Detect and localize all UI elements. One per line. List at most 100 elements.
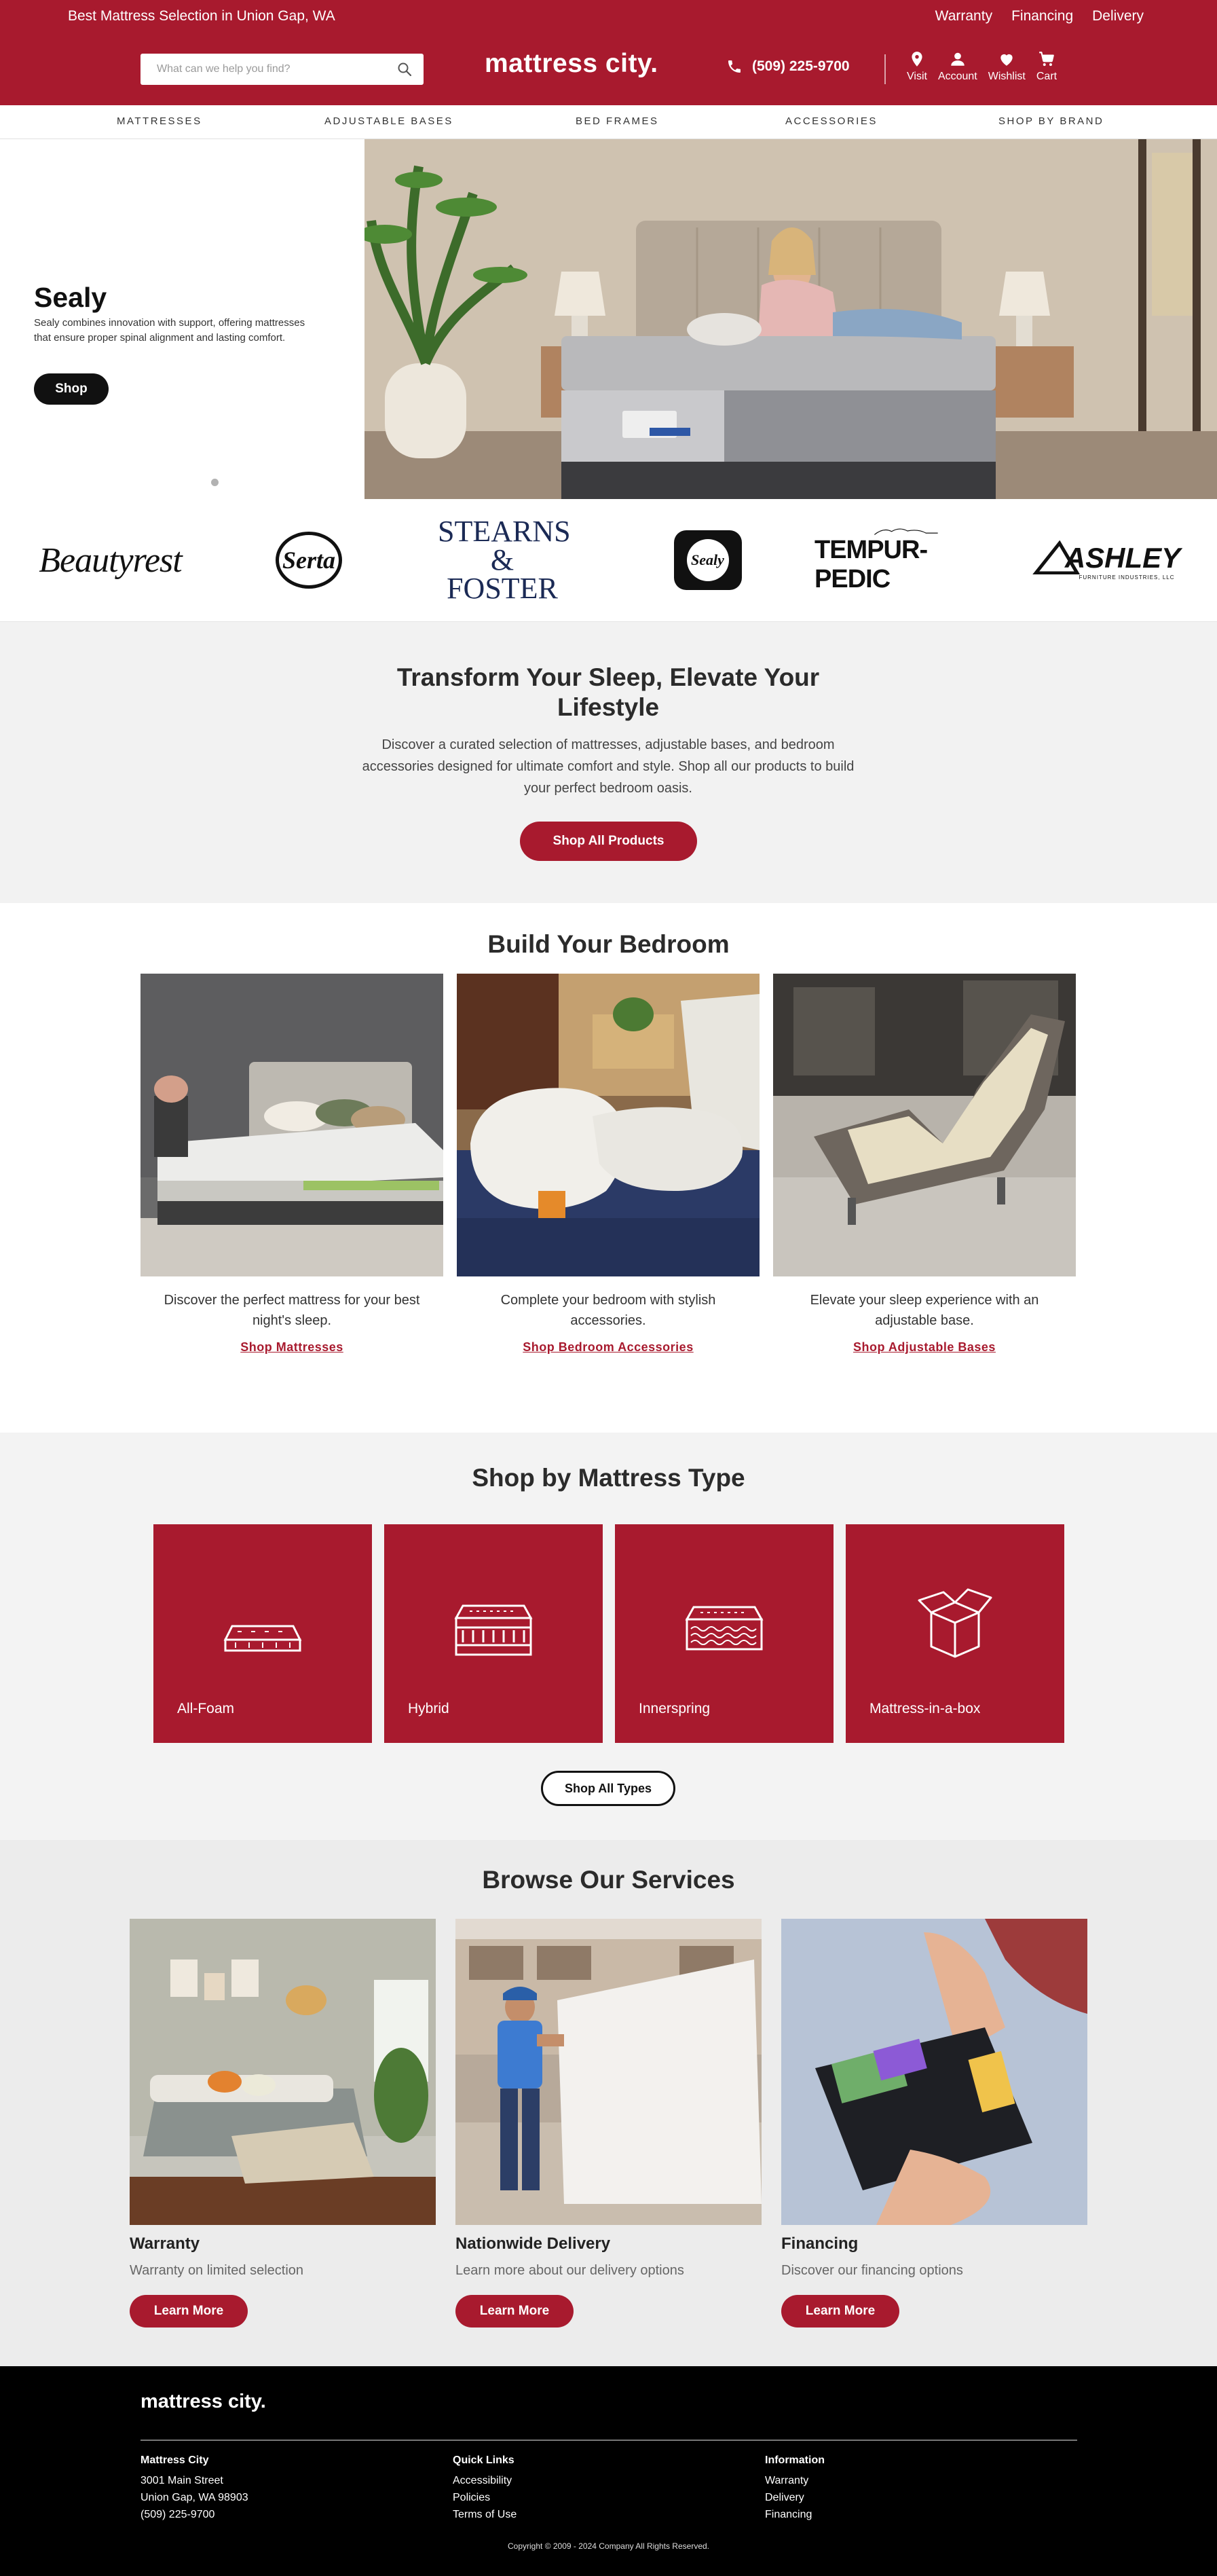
brand-sealy-text: Sealy: [691, 551, 724, 568]
brand-sealy[interactable]: Sealy: [669, 526, 747, 594]
carousel-dot-4[interactable]: [254, 479, 261, 486]
top-link-warranty[interactable]: Warranty: [935, 8, 992, 24]
account-link[interactable]: Account: [938, 50, 977, 83]
type-label-hybrid: Hybrid: [408, 1701, 449, 1716]
nav-shop-by-brand[interactable]: SHOP BY BRAND: [998, 115, 1104, 127]
service-financing-title: Financing: [781, 2234, 859, 2253]
footer-address-line-2: Union Gap, WA 98903: [141, 2492, 248, 2503]
transform-text: Discover a curated selection of mattress…: [362, 737, 855, 796]
box-icon: [918, 1588, 992, 1658]
phone-icon: [728, 60, 741, 73]
type-card-innerspring[interactable]: Innerspring: [615, 1524, 834, 1743]
top-link-delivery[interactable]: Delivery: [1092, 8, 1144, 24]
warranty-learn-more-button[interactable]: Learn More: [130, 2295, 248, 2327]
type-card-all-foam[interactable]: All-Foam: [153, 1524, 372, 1743]
top-links: Warranty Financing Delivery: [935, 8, 1144, 24]
brand-ashley-subtext: FURNITURE INDUSTRIES, LLC: [1079, 574, 1175, 581]
type-label-all-foam: All-Foam: [177, 1701, 235, 1716]
phone-number: (509) 225-9700: [752, 58, 850, 74]
type-card-mattress-in-a-box[interactable]: Mattress-in-a-box: [846, 1524, 1064, 1743]
footer-phone[interactable]: (509) 225-9700: [141, 2506, 248, 2523]
footer-store-title: Mattress City: [141, 2454, 209, 2466]
hybrid-mattress-icon: [454, 1604, 533, 1656]
brand-beautyrest[interactable]: Beautyrest: [24, 526, 197, 594]
visit-link[interactable]: Visit: [907, 50, 927, 83]
shop-mattresses-link[interactable]: Shop Mattresses: [141, 1340, 443, 1355]
financing-learn-more-button[interactable]: Learn More: [781, 2295, 899, 2327]
service-warranty-title: Warranty: [130, 2234, 200, 2253]
service-financing-text: Discover our financing options: [781, 2263, 963, 2278]
brand-serta[interactable]: Serta: [268, 526, 350, 594]
footer: mattress city. Mattress City 3001 Main S…: [0, 2366, 1217, 2576]
footer-address-line-1: 3001 Main Street: [141, 2475, 223, 2486]
nav-adjustable-bases[interactable]: ADJUSTABLE BASES: [324, 115, 453, 127]
footer-col-quick-links: Quick Links Accessibility Policies Terms…: [453, 2454, 517, 2523]
brand-serta-text: Serta: [282, 547, 335, 574]
brand-tempur-pedic-text: TEMPUR-PEDIC: [815, 536, 928, 593]
service-card-financing: Financing Discover our financing options…: [781, 1919, 1087, 2327]
service-delivery-title: Nationwide Delivery: [455, 2234, 611, 2253]
brand-ashley-text: ASHLEY: [1064, 541, 1181, 574]
cart-link[interactable]: Cart: [1036, 50, 1057, 83]
financing-image[interactable]: [781, 1919, 1087, 2225]
nav-mattresses[interactable]: MATTRESSES: [117, 115, 202, 127]
serta-badge: Serta: [276, 532, 342, 589]
hero-image: [364, 139, 1217, 499]
heart-icon: [1000, 54, 1013, 66]
brand-logo[interactable]: mattress city.: [485, 49, 658, 79]
pillows-image[interactable]: [457, 974, 760, 1276]
copyright-text: Copyright © 2009 - 2024 Company All Righ…: [508, 2541, 709, 2551]
carousel-dot-3[interactable]: [240, 479, 247, 486]
footer-information-title: Information: [765, 2454, 825, 2466]
top-link-financing[interactable]: Financing: [1011, 8, 1073, 24]
shop-all-types-button[interactable]: Shop All Types: [541, 1771, 675, 1806]
foam-mattress-icon: [223, 1625, 302, 1652]
footer-link-terms[interactable]: Terms of Use: [453, 2506, 517, 2523]
wishlist-link[interactable]: Wishlist: [988, 50, 1026, 83]
nav-bed-frames[interactable]: BED FRAMES: [576, 115, 659, 127]
visit-label: Visit: [907, 71, 927, 82]
main-nav: MATTRESSES ADJUSTABLE BASES BED FRAMES A…: [0, 105, 1217, 139]
nav-accessories[interactable]: ACCESSORIES: [785, 115, 878, 127]
brand-tempur-pedic[interactable]: TEMPUR-PEDIC: [815, 526, 998, 594]
delivery-learn-more-button[interactable]: Learn More: [455, 2295, 574, 2327]
carousel-dot-1[interactable]: [211, 479, 219, 486]
account-label: Account: [937, 71, 977, 82]
brand-beautyrest-text: Beautyrest: [39, 540, 182, 580]
top-header: Best Mattress Selection in Union Gap, WA…: [0, 0, 1217, 105]
footer-link-accessibility[interactable]: Accessibility: [453, 2472, 517, 2489]
footer-link-financing[interactable]: Financing: [765, 2506, 825, 2523]
brand-stearns-foster-text: STEARNS & FOSTER: [438, 515, 571, 605]
search-box: [141, 54, 424, 85]
services-section: Browse Our Services Warranty Warranty on…: [0, 1840, 1217, 2366]
carousel-dot-2[interactable]: [225, 479, 233, 486]
header-divider: [884, 54, 886, 84]
tempur-silhouette-icon: [874, 528, 938, 535]
brand-ashley[interactable]: ASHLEY FURNITURE INDUSTRIES, LLC: [1022, 526, 1191, 594]
shop-adjustable-bases-link[interactable]: Shop Adjustable Bases: [773, 1340, 1076, 1355]
brand-stearns-foster[interactable]: STEARNS & FOSTER: [417, 517, 587, 604]
phone-link[interactable]: (509) 225-9700: [726, 58, 850, 75]
search-input[interactable]: [157, 54, 381, 85]
shop-all-products-button[interactable]: Shop All Products: [520, 822, 697, 861]
footer-link-warranty[interactable]: Warranty: [765, 2472, 825, 2489]
hero-shop-button[interactable]: Shop: [34, 373, 109, 405]
service-delivery-text: Learn more about our delivery options: [455, 2263, 684, 2278]
adjustable-base-image[interactable]: [773, 974, 1076, 1276]
header-icons: Visit Account Wishlist Cart: [907, 50, 1057, 83]
type-card-hybrid[interactable]: Hybrid: [384, 1524, 603, 1743]
build-card-bases: Elevate your sleep experience with an ad…: [773, 974, 1076, 1355]
footer-link-policies[interactable]: Policies: [453, 2489, 517, 2506]
footer-brand-logo[interactable]: mattress city.: [141, 2391, 266, 2413]
delivery-image[interactable]: [455, 1919, 762, 2225]
warranty-image[interactable]: [130, 1919, 436, 2225]
build-card-bases-text: Elevate your sleep experience with an ad…: [810, 1293, 1039, 1328]
footer-col-information: Information Warranty Delivery Financing: [765, 2454, 825, 2523]
type-label-mattress-in-a-box: Mattress-in-a-box: [869, 1701, 981, 1716]
footer-link-delivery[interactable]: Delivery: [765, 2489, 825, 2506]
mattress-image[interactable]: [141, 974, 443, 1276]
hero-description: Sealy combines innovation with support, …: [34, 317, 305, 344]
carousel-dot-5[interactable]: [268, 479, 276, 486]
search-icon[interactable]: [396, 61, 413, 77]
shop-bedroom-accessories-link[interactable]: Shop Bedroom Accessories: [457, 1340, 760, 1355]
